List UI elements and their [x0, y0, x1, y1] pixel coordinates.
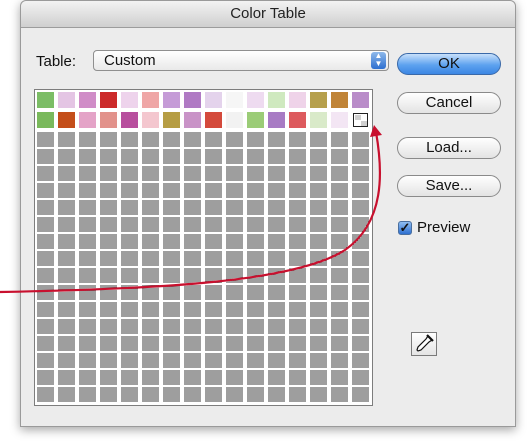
color-swatch[interactable] [79, 112, 96, 128]
checkmark-icon: ✓ [399, 220, 411, 235]
color-swatch[interactable] [163, 112, 180, 128]
color-swatch[interactable] [310, 92, 327, 108]
color-swatch[interactable] [310, 112, 327, 128]
save-button[interactable]: Save... [397, 175, 501, 197]
color-swatch[interactable] [100, 112, 117, 128]
table-select[interactable]: Custom ▲ ▼ [93, 50, 389, 71]
color-swatch[interactable] [268, 92, 285, 108]
up-down-arrows-icon: ▲ ▼ [371, 52, 386, 69]
color-swatch[interactable] [100, 92, 117, 108]
preview-label: Preview [417, 219, 471, 236]
color-swatch[interactable] [121, 112, 138, 128]
color-swatch[interactable] [226, 112, 243, 128]
color-swatch[interactable] [331, 112, 348, 128]
color-swatch[interactable] [205, 112, 222, 128]
load-button[interactable]: Load... [397, 137, 501, 159]
preview-checkbox[interactable]: ✓ [398, 221, 412, 235]
color-swatch[interactable] [58, 112, 75, 128]
color-swatch[interactable] [226, 92, 243, 108]
color-swatch[interactable] [142, 112, 159, 128]
color-swatch[interactable] [289, 92, 306, 108]
color-swatch[interactable] [247, 112, 264, 128]
color-swatch[interactable] [37, 112, 54, 128]
eyedropper-icon [416, 334, 434, 352]
color-swatch[interactable] [163, 92, 180, 108]
empty-cells [37, 132, 370, 403]
color-swatch[interactable] [184, 92, 201, 108]
color-swatch[interactable] [352, 92, 369, 108]
table-select-value: Custom [104, 52, 156, 69]
color-swatch[interactable] [37, 92, 54, 108]
table-label: Table: [36, 53, 77, 70]
color-swatch[interactable] [121, 92, 138, 108]
color-table-dialog: Color Table Table: Custom ▲ ▼ OK Cancel L… [20, 0, 516, 427]
eyedropper-button[interactable] [411, 332, 437, 356]
cancel-button[interactable]: Cancel [397, 92, 501, 114]
ok-button[interactable]: OK [397, 53, 501, 75]
color-swatch[interactable] [142, 92, 159, 108]
dialog-title: Color Table [21, 1, 515, 28]
color-swatch[interactable] [247, 92, 264, 108]
selected-empty-cell[interactable] [353, 113, 368, 127]
color-swatch[interactable] [289, 112, 306, 128]
color-swatch[interactable] [331, 92, 348, 108]
color-table-grid[interactable] [34, 89, 373, 406]
color-swatch[interactable] [184, 112, 201, 128]
color-swatch[interactable] [268, 112, 285, 128]
color-swatch[interactable] [79, 92, 96, 108]
color-swatch[interactable] [205, 92, 222, 108]
color-swatch[interactable] [58, 92, 75, 108]
